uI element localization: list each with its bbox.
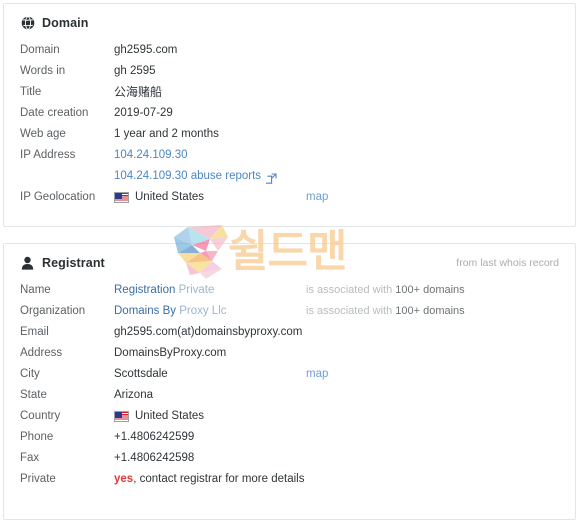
- row-label: Country: [20, 410, 61, 422]
- registrant-org-secondary-link[interactable]: Proxy Llc: [179, 301, 226, 322]
- row-name: Name Registration Private is associated …: [4, 280, 575, 301]
- whois-record-note: from last whois record: [456, 257, 559, 269]
- row-value: yes, contact registrar for more details: [114, 469, 565, 490]
- row-domain: Domain gh2595.com: [4, 40, 575, 61]
- row-value: 2019-07-29: [114, 107, 173, 119]
- geo-country-label: United States: [135, 191, 205, 203]
- row-value: United States: [114, 406, 565, 427]
- registrant-card-header: Registrant from last whois record: [4, 244, 575, 270]
- row-value: gh2595.com: [114, 44, 178, 56]
- ip-address-link[interactable]: 104.24.109.30: [114, 145, 188, 166]
- us-flag-icon: [114, 411, 129, 422]
- row-label: Fax: [20, 452, 40, 464]
- assoc-count: 100+ domains: [395, 284, 465, 296]
- row-value: United States map: [114, 187, 565, 208]
- private-note: , contact registrar for more details: [133, 473, 305, 485]
- us-flag-icon: [114, 192, 129, 203]
- org-association-note: is associated with 100+ domains: [306, 301, 465, 322]
- geo-map-link[interactable]: map: [306, 187, 328, 208]
- private-flag: yes: [114, 473, 134, 485]
- row-value: 公海赌船: [114, 85, 163, 99]
- country-label: United States: [135, 410, 205, 422]
- row-label: Date creation: [20, 107, 89, 119]
- domain-rows: Domain gh2595.com Words in gh 2595 Title…: [4, 30, 575, 208]
- row-date-creation: Date creation 2019-07-29: [4, 103, 575, 124]
- city-value: Scottsdale: [114, 368, 168, 380]
- row-email: Email gh2595.com(at)domainsbyproxy.com: [4, 322, 575, 343]
- city-map-link[interactable]: map: [306, 364, 328, 385]
- row-value: gh 2595: [114, 65, 156, 77]
- row-phone: Phone +1.4806242599: [4, 427, 575, 448]
- row-value: 104.24.109.30 abuse reports: [114, 166, 565, 187]
- domain-card-header: Domain: [4, 4, 575, 30]
- domain-card-title: Domain: [42, 16, 89, 30]
- row-fax: Fax +1.4806242598: [4, 448, 575, 469]
- row-city: City Scottsdale map: [4, 364, 575, 385]
- name-association-note: is associated with 100+ domains: [306, 280, 465, 301]
- registrant-name-link[interactable]: Registration: [114, 280, 175, 301]
- row-label: City: [20, 368, 40, 380]
- assoc-prefix: is associated with: [306, 284, 396, 296]
- registrant-name: Registration Private: [114, 280, 306, 301]
- row-value: +1.4806242599: [114, 431, 195, 443]
- row-value: Scottsdale map: [114, 364, 565, 385]
- row-country: Country United States: [4, 406, 575, 427]
- row-ip-abuse-reports: 104.24.109.30 abuse reports: [4, 166, 575, 187]
- ip-abuse-reports-link[interactable]: 104.24.109.30 abuse reports: [114, 166, 261, 187]
- registrant-card: Registrant from last whois record Name R…: [3, 243, 576, 520]
- row-label: Phone: [20, 431, 54, 443]
- row-label: Title: [20, 86, 42, 98]
- domain-card: Domain Domain gh2595.com Words in gh 259…: [3, 3, 576, 227]
- row-title: Title 公海赌船: [4, 82, 575, 103]
- row-organization: Organization Domains By Proxy Llc is ass…: [4, 301, 575, 322]
- row-value: gh2595.com(at)domainsbyproxy.com: [114, 326, 303, 338]
- row-value: 104.24.109.30: [114, 145, 565, 166]
- assoc-count: 100+ domains: [395, 305, 465, 317]
- row-label: Private: [20, 473, 56, 485]
- row-label: Domain: [20, 44, 60, 56]
- row-value: 1 year and 2 months: [114, 128, 219, 140]
- row-value: Arizona: [114, 389, 153, 401]
- row-label: State: [20, 389, 47, 401]
- row-value: Registration Private is associated with …: [114, 280, 565, 301]
- row-label: Address: [20, 347, 63, 359]
- row-words-in: Words in gh 2595: [4, 61, 575, 82]
- assoc-prefix: is associated with: [306, 305, 396, 317]
- row-ip-geolocation: IP Geolocation United States map: [4, 187, 575, 208]
- globe-icon: [20, 16, 35, 31]
- row-value: Domains By Proxy Llc is associated with …: [114, 301, 565, 322]
- row-state: State Arizona: [4, 385, 575, 406]
- row-label: IP Geolocation: [20, 191, 96, 203]
- external-link-icon: [264, 171, 277, 184]
- geo-country: United States: [114, 187, 306, 208]
- row-label: Organization: [20, 305, 86, 317]
- registrant-name-secondary-link[interactable]: Private: [179, 280, 215, 301]
- row-ip-address: IP Address 104.24.109.30: [4, 145, 575, 166]
- registrant-organization: Domains By Proxy Llc: [114, 301, 306, 322]
- row-web-age: Web age 1 year and 2 months: [4, 124, 575, 145]
- registrant-card-title: Registrant: [42, 256, 105, 270]
- row-private: Private yes, contact registrar for more …: [4, 469, 575, 490]
- registrant-rows: Name Registration Private is associated …: [4, 270, 575, 490]
- row-label: Words in: [20, 65, 66, 77]
- row-label: IP Address: [20, 149, 76, 161]
- row-value: DomainsByProxy.com: [114, 347, 227, 359]
- row-label: Email: [20, 326, 49, 338]
- user-icon: [20, 256, 35, 271]
- whois-result-page: Domain Domain gh2595.com Words in gh 259…: [0, 0, 579, 523]
- row-label: Web age: [20, 128, 66, 140]
- row-label: Name: [20, 284, 51, 296]
- registrant-org-link[interactable]: Domains By: [114, 301, 176, 322]
- row-value: +1.4806242598: [114, 452, 195, 464]
- row-address: Address DomainsByProxy.com: [4, 343, 575, 364]
